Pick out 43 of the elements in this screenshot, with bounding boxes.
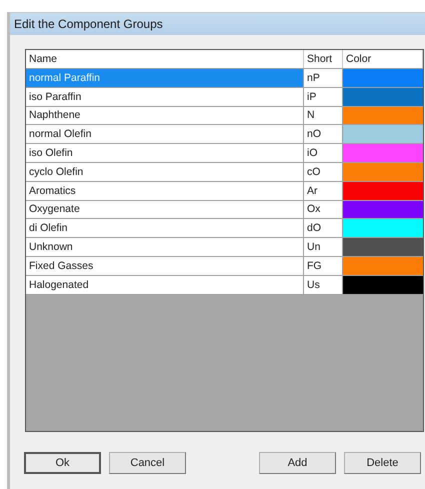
table-cell[interactable]: Naphthene: [26, 106, 304, 126]
table-cell[interactable]: Unknown: [26, 238, 304, 257]
table-cell[interactable]: iso Paraffin: [26, 88, 304, 107]
dialog-button[interactable]: Cancel: [109, 452, 186, 474]
table-cell: Ar: [304, 182, 343, 201]
table-cell[interactable]: di Olefin: [26, 219, 304, 238]
table-cell[interactable]: iso Olefin: [26, 144, 304, 163]
color-swatch[interactable]: [343, 238, 423, 257]
window-title: Edit the Component Groups: [14, 17, 163, 31]
table-cell: nO: [304, 125, 343, 144]
color-swatch[interactable]: [343, 182, 423, 201]
color-swatch[interactable]: [343, 125, 423, 144]
table-cell: FG: [304, 256, 343, 276]
column-header[interactable]: Color: [343, 50, 423, 68]
table-cell: Ox: [304, 200, 343, 220]
table-cell: iO: [304, 144, 343, 163]
table-cell: Un: [304, 238, 343, 257]
table-cell[interactable]: normal Olefin: [26, 125, 304, 144]
table-cell[interactable]: Oxygenate: [26, 200, 304, 220]
table-cell[interactable]: Fixed Gasses: [26, 256, 304, 276]
table-cell: Us: [304, 276, 343, 295]
dialog-button[interactable]: Delete: [344, 452, 421, 474]
dialog-button[interactable]: Ok: [24, 452, 101, 474]
table-cell: cO: [304, 162, 343, 182]
color-swatch[interactable]: [343, 144, 423, 163]
color-swatch[interactable]: [343, 106, 423, 126]
column-header[interactable]: Short: [304, 50, 343, 68]
color-swatch[interactable]: [343, 219, 423, 238]
table-cell: nP: [304, 69, 343, 88]
color-swatch[interactable]: [343, 200, 423, 220]
color-swatch[interactable]: [343, 88, 423, 107]
table-cell[interactable]: Halogenated: [26, 276, 304, 295]
color-swatch[interactable]: [343, 256, 423, 276]
table-cell: N: [304, 106, 343, 126]
color-swatch[interactable]: [343, 276, 423, 295]
dialog-button[interactable]: Add: [259, 452, 336, 474]
table-cell: dO: [304, 219, 343, 238]
table-cell[interactable]: cyclo Olefin: [26, 162, 304, 182]
color-swatch[interactable]: [343, 162, 423, 182]
column-header[interactable]: Name: [26, 50, 304, 68]
color-swatch[interactable]: [343, 69, 423, 88]
table-cell[interactable]: Aromatics: [26, 182, 304, 201]
table-cell: iP: [304, 88, 343, 107]
